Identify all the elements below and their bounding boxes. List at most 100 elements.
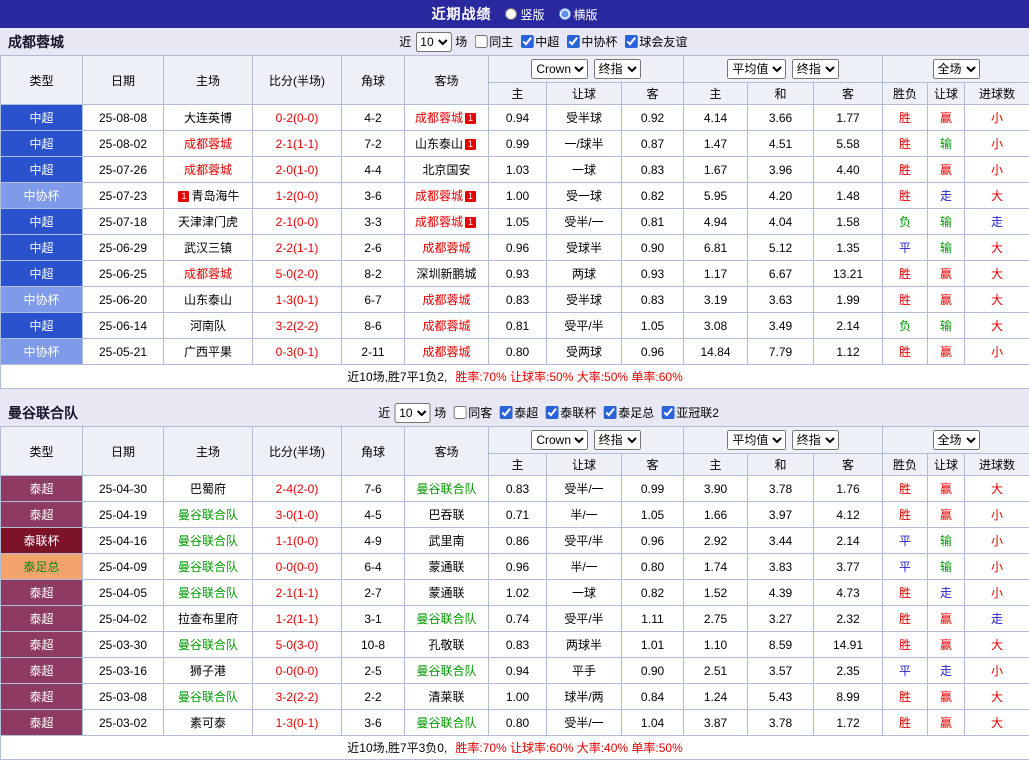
scope-select[interactable]: 全场	[933, 430, 980, 450]
score[interactable]: 0-0(0-0)	[253, 554, 342, 580]
filter-checkbox[interactable]	[661, 406, 674, 419]
home-team[interactable]: 广西平果	[164, 339, 253, 365]
home-team[interactable]: 曼谷联合队	[164, 580, 253, 606]
home-team[interactable]: 成都蓉城	[164, 261, 253, 287]
home-team[interactable]: 成都蓉城	[164, 157, 253, 183]
away-team[interactable]: 曼谷联合队	[405, 606, 489, 632]
bookmaker-select[interactable]: Crown	[531, 430, 588, 450]
home-team[interactable]: 巴蜀府	[164, 476, 253, 502]
away-team[interactable]: 武里南	[405, 528, 489, 554]
away-team[interactable]: 巴吞联	[405, 502, 489, 528]
home-team[interactable]: 成都蓉城	[164, 131, 253, 157]
away-team[interactable]: 成都蓉城	[405, 313, 489, 339]
away-team[interactable]: 成都蓉城	[405, 235, 489, 261]
away-team[interactable]: 成都蓉城1	[405, 209, 489, 235]
match-row: 泰超25-03-02素可泰1-3(0-1)3-6曼谷联合队0.80受半/一1.0…	[1, 710, 1029, 736]
away-team[interactable]: 深圳新鹏城	[405, 261, 489, 287]
final-odds-select[interactable]: 终指	[594, 430, 641, 450]
home-team[interactable]: 素可泰	[164, 710, 253, 736]
home-team[interactable]: 河南队	[164, 313, 253, 339]
score[interactable]: 2-1(1-1)	[253, 131, 342, 157]
score[interactable]: 0-0(0-0)	[253, 658, 342, 684]
col-header-avg-home: 主	[684, 454, 748, 476]
goals-result-value: 小	[965, 157, 1029, 183]
filter-checkbox[interactable]	[474, 35, 487, 48]
away-team[interactable]: 山东泰山1	[405, 131, 489, 157]
away-team[interactable]: 曼谷联合队	[405, 710, 489, 736]
score[interactable]: 1-2(0-0)	[253, 183, 342, 209]
filter-option[interactable]: 同客	[446, 404, 492, 421]
score[interactable]: 1-2(1-1)	[253, 606, 342, 632]
home-team[interactable]: 山东泰山	[164, 287, 253, 313]
filter-option[interactable]: 中协杯	[559, 33, 617, 50]
average-select[interactable]: 平均值	[727, 430, 786, 450]
score[interactable]: 5-0(2-0)	[253, 261, 342, 287]
away-team[interactable]: 蒙通联	[405, 580, 489, 606]
home-team[interactable]: 大连英博	[164, 105, 253, 131]
score[interactable]: 1-3(0-1)	[253, 710, 342, 736]
score[interactable]: 2-0(1-0)	[253, 157, 342, 183]
layout-radio-vertical[interactable]	[505, 8, 517, 20]
home-team[interactable]: 曼谷联合队	[164, 502, 253, 528]
away-team[interactable]: 成都蓉城1	[405, 105, 489, 131]
score[interactable]: 0-2(0-0)	[253, 105, 342, 131]
filter-option[interactable]: 泰足总	[596, 404, 654, 421]
filter-checkbox[interactable]	[624, 35, 637, 48]
handicap-line: 受半球	[547, 287, 622, 313]
filter-option[interactable]: 中超	[513, 33, 559, 50]
filter-checkbox[interactable]	[520, 35, 533, 48]
home-team[interactable]: 天津津门虎	[164, 209, 253, 235]
filter-option[interactable]: 泰超	[492, 404, 538, 421]
away-team[interactable]: 成都蓉城	[405, 287, 489, 313]
filter-option[interactable]: 泰联杯	[538, 404, 596, 421]
layout-radio-horizontal[interactable]	[559, 8, 571, 20]
layout-option-horizontal[interactable]: 横版	[559, 6, 598, 23]
score[interactable]: 2-4(2-0)	[253, 476, 342, 502]
scope-select[interactable]: 全场	[933, 59, 980, 79]
average-select[interactable]: 平均值	[727, 59, 786, 79]
score[interactable]: 3-2(2-2)	[253, 684, 342, 710]
away-team[interactable]: 曼谷联合队	[405, 476, 489, 502]
away-team[interactable]: 曼谷联合队	[405, 658, 489, 684]
home-team[interactable]: 曼谷联合队	[164, 632, 253, 658]
filter-checkbox[interactable]	[453, 406, 466, 419]
score[interactable]: 1-1(0-0)	[253, 528, 342, 554]
layout-option-vertical[interactable]: 竖版	[505, 6, 544, 23]
score[interactable]: 2-2(1-1)	[253, 235, 342, 261]
home-team[interactable]: 狮子港	[164, 658, 253, 684]
away-team[interactable]: 北京国安	[405, 157, 489, 183]
away-team[interactable]: 孔敬联	[405, 632, 489, 658]
home-team[interactable]: 拉查布里府	[164, 606, 253, 632]
match-count-select[interactable]: 10	[394, 403, 430, 423]
score[interactable]: 1-3(0-1)	[253, 287, 342, 313]
away-team[interactable]: 成都蓉城1	[405, 183, 489, 209]
score[interactable]: 3-0(1-0)	[253, 502, 342, 528]
home-team[interactable]: 曼谷联合队	[164, 554, 253, 580]
home-team[interactable]: 武汉三镇	[164, 235, 253, 261]
match-count-select[interactable]: 10	[415, 32, 451, 52]
filter-checkbox[interactable]	[603, 406, 616, 419]
home-team[interactable]: 曼谷联合队	[164, 684, 253, 710]
bookmaker-select[interactable]: Crown	[531, 59, 588, 79]
score[interactable]: 3-2(2-2)	[253, 313, 342, 339]
away-team[interactable]: 蒙通联	[405, 554, 489, 580]
filter-option[interactable]: 亚冠联2	[654, 404, 719, 421]
away-team[interactable]: 清莱联	[405, 684, 489, 710]
filter-option[interactable]: 同主	[467, 33, 513, 50]
final-average-select[interactable]: 终指	[792, 430, 839, 450]
avg-away-odds: 1.58	[814, 209, 883, 235]
final-average-select[interactable]: 终指	[792, 59, 839, 79]
filter-option[interactable]: 球会友谊	[617, 33, 687, 50]
score[interactable]: 2-1(1-1)	[253, 580, 342, 606]
home-team[interactable]: 曼谷联合队	[164, 528, 253, 554]
filter-checkbox[interactable]	[499, 406, 512, 419]
final-odds-select[interactable]: 终指	[594, 59, 641, 79]
home-odds: 0.81	[489, 313, 547, 339]
score[interactable]: 5-0(3-0)	[253, 632, 342, 658]
home-team[interactable]: 1青岛海牛	[164, 183, 253, 209]
filter-checkbox[interactable]	[545, 406, 558, 419]
filter-checkbox[interactable]	[566, 35, 579, 48]
away-team[interactable]: 成都蓉城	[405, 339, 489, 365]
score[interactable]: 0-3(0-1)	[253, 339, 342, 365]
score[interactable]: 2-1(0-0)	[253, 209, 342, 235]
